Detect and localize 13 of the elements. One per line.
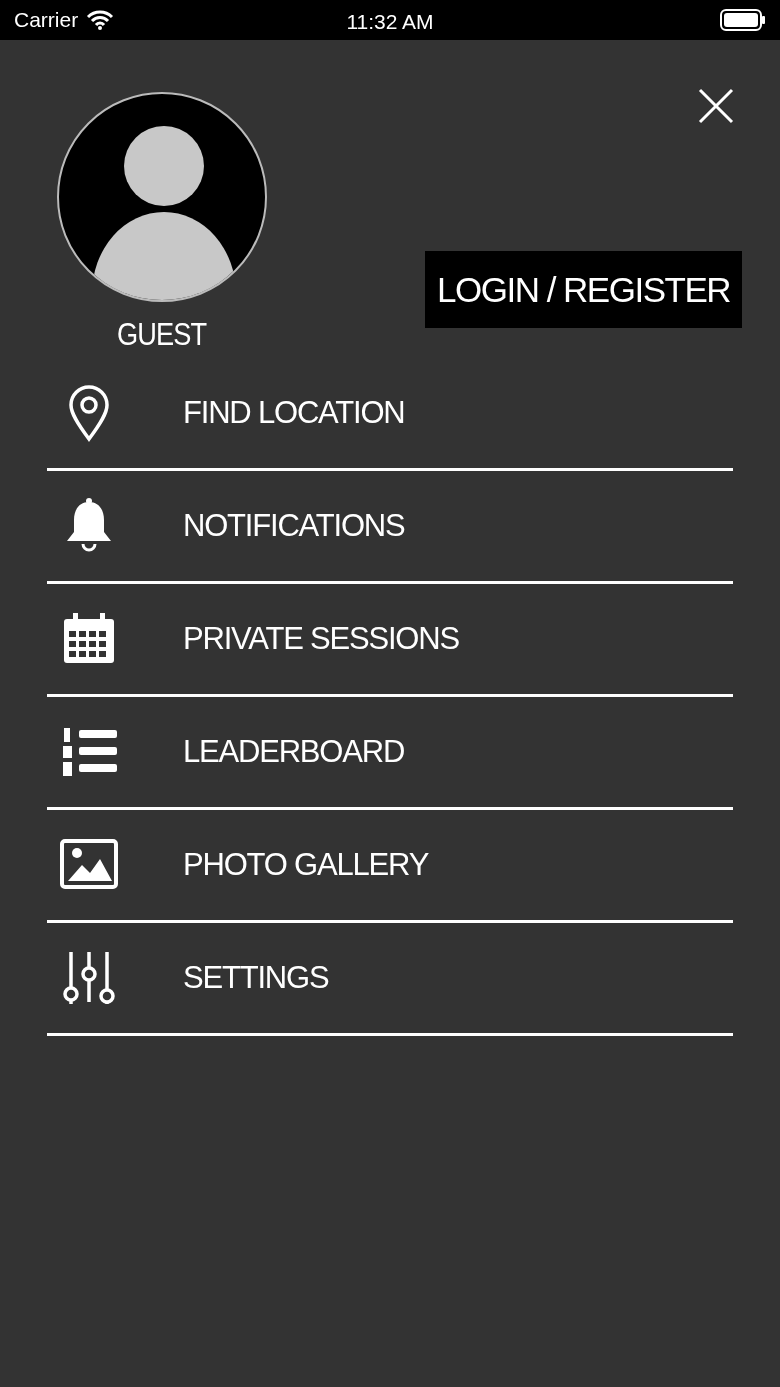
menu-item[interactable]: PRIVATE SESSIONS — [183, 615, 459, 663]
profile-name: GUEST — [117, 315, 207, 354]
battery-icon — [720, 9, 766, 31]
carrier-label: Carrier — [14, 7, 79, 34]
menu-item[interactable]: SETTINGS — [183, 954, 329, 1002]
menu-item[interactable]: NOTIFICATIONS — [183, 502, 405, 550]
menu-item[interactable]: LEADERBOARD — [183, 728, 405, 776]
login-register-button[interactable]: LOGIN / REGISTER — [425, 250, 742, 328]
menu-item[interactable]: PHOTO GALLERY — [183, 841, 429, 889]
clock: 11:32 AM — [346, 10, 434, 33]
wifi-icon — [86, 10, 115, 30]
close-button[interactable] — [698, 88, 734, 124]
menu-item[interactable]: FIND LOCATION — [183, 389, 405, 437]
